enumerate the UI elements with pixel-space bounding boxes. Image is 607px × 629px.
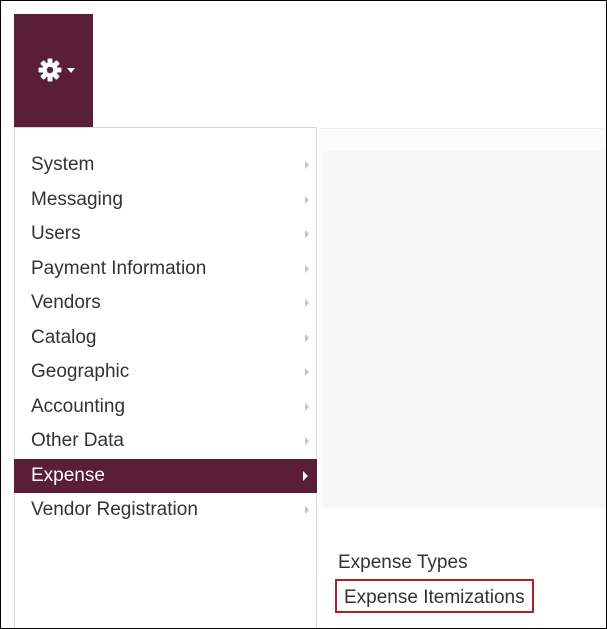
submenu-item-expense-types[interactable]: Expense Types [338,547,468,579]
menu-item-vendors[interactable]: Vendors [15,286,316,321]
caret-down-icon [67,68,75,73]
menu-item-vendor-registration[interactable]: Vendor Registration [15,493,316,528]
chevron-right-icon [305,230,309,239]
chevron-right-icon [305,195,309,204]
menu-item-label: Geographic [31,361,130,382]
menu-item-users[interactable]: Users [15,217,316,252]
menu-item-label: System [31,154,95,175]
menu-item-system[interactable]: System [15,148,316,183]
chevron-right-icon [305,299,309,308]
menu-item-messaging[interactable]: Messaging [15,183,316,218]
chevron-right-icon [303,470,308,481]
menu-item-label: Other Data [31,430,124,451]
chevron-right-icon [305,506,309,515]
menu-item-label: Messaging [31,188,123,210]
submenu-item-label: Expense Itemizations [344,587,525,608]
submenu-item-expense-itemizations[interactable]: Expense Itemizations [335,579,534,613]
menu-item-label: Vendors [31,292,101,313]
screenshot-frame: System Messaging Users Payment Informati… [0,0,607,629]
menu-item-label: Accounting [31,395,126,417]
menu-item-label: Payment Information [31,257,207,279]
background-page [319,128,606,509]
chevron-right-icon [305,368,309,377]
submenu-item-label: Expense Types [338,552,468,573]
menu-item-label: Catalog [31,326,97,348]
background-content-area [323,151,606,507]
chevron-right-icon [305,437,309,446]
settings-menu-button[interactable] [14,14,93,127]
menu-item-payment-information[interactable]: Payment Information [15,252,316,287]
expense-submenu: Expense Types Expense Itemizations [323,547,606,628]
menu-item-catalog[interactable]: Catalog [15,321,316,356]
menu-item-label: Expense [31,464,105,486]
menu-item-accounting[interactable]: Accounting [15,390,316,425]
chevron-right-icon [305,333,309,342]
chevron-right-icon [305,161,309,170]
menu-item-label: Vendor Registration [31,499,198,520]
chevron-right-icon [305,402,309,411]
menu-item-label: Users [31,223,81,244]
menu-item-other-data[interactable]: Other Data [15,424,316,459]
chevron-right-icon [305,264,309,273]
menu-item-geographic[interactable]: Geographic [15,355,316,390]
settings-dropdown-menu: System Messaging Users Payment Informati… [14,127,317,628]
gear-icon [38,58,62,82]
menu-item-expense[interactable]: Expense [14,458,317,493]
